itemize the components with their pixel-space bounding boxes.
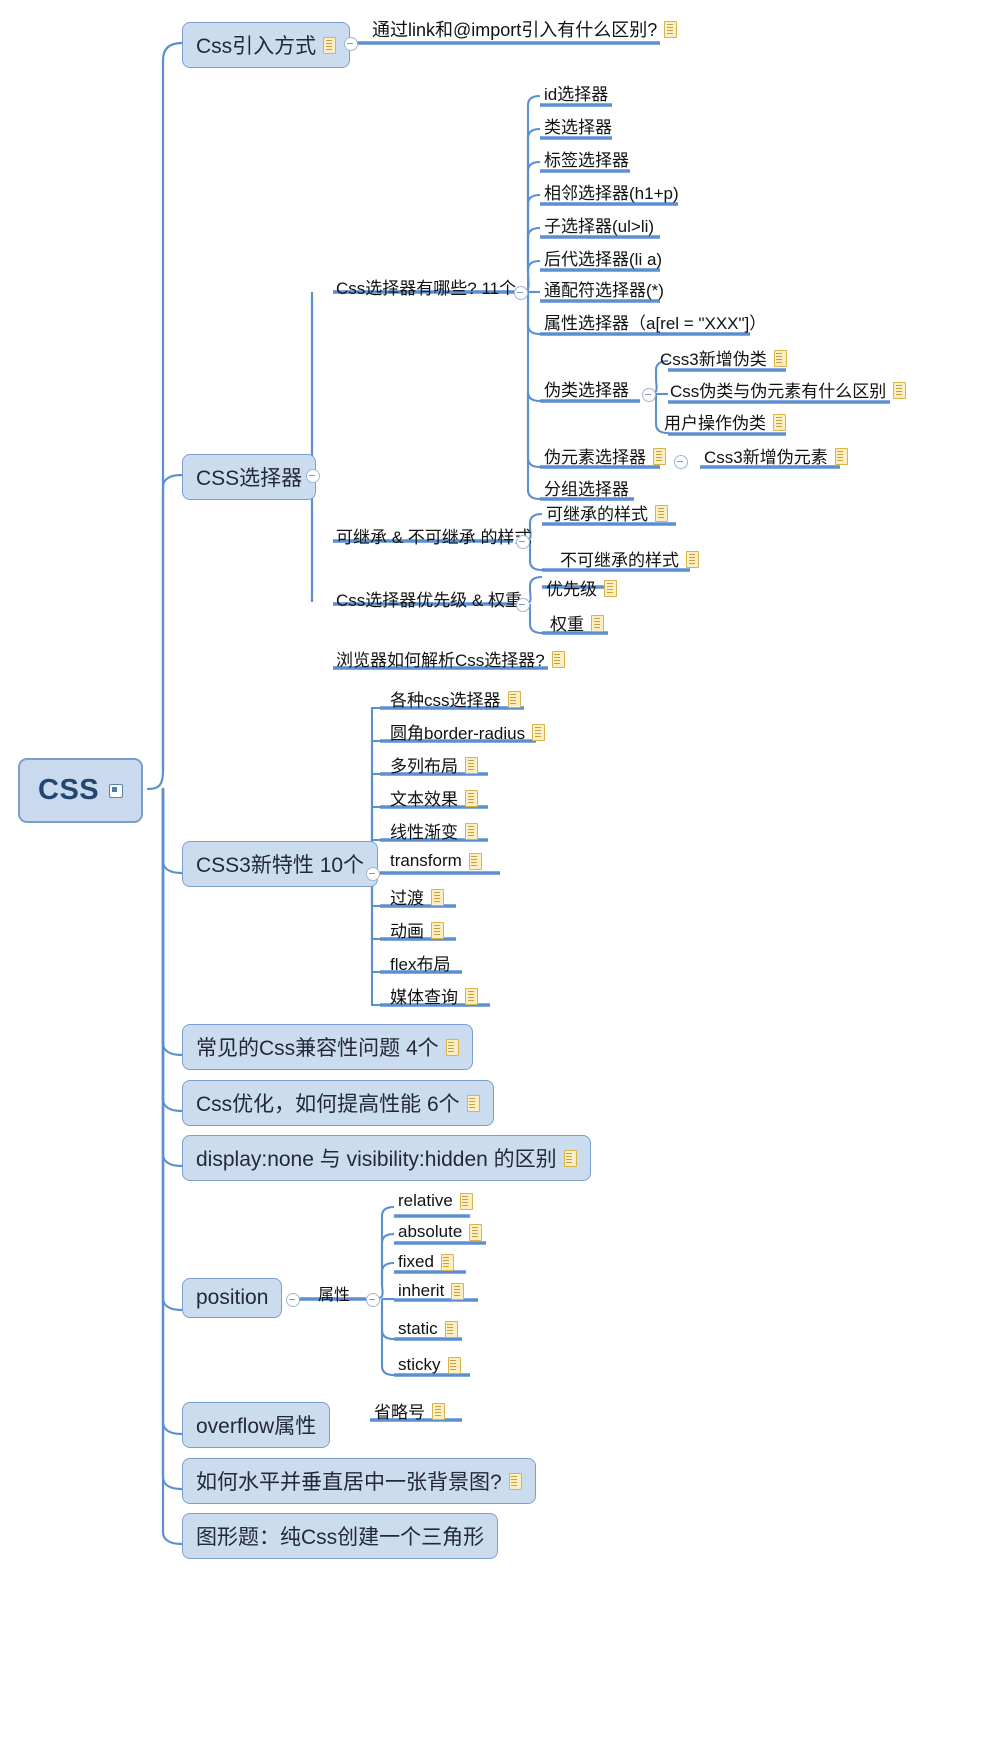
node-position-properties[interactable]: 属性 bbox=[314, 1281, 354, 1308]
note-icon bbox=[465, 822, 478, 840]
note-icon bbox=[655, 504, 668, 522]
node-selector-list[interactable]: Css选择器有哪些? 11个 bbox=[332, 274, 520, 302]
note-icon bbox=[551, 650, 565, 668]
leaf-css3-new-pseudo-class[interactable]: Css3新增伪类 bbox=[656, 345, 791, 373]
mindmap-canvas: CSS Css引入方式 通过link和@import引入有什么区别? CSS选择… bbox=[0, 0, 1006, 1750]
toggle-css-selectors[interactable] bbox=[306, 469, 320, 483]
toggle-css3-features[interactable] bbox=[366, 867, 380, 881]
note-icon bbox=[468, 853, 482, 870]
leaf-flex-layout[interactable]: flex布局 bbox=[386, 950, 454, 978]
note-icon bbox=[507, 690, 521, 708]
node-inheritable-styles[interactable]: 可继承 & 不可继承 的样式 bbox=[332, 523, 536, 551]
leaf-user-action-pseudo-class[interactable]: 用户操作伪类 bbox=[660, 409, 790, 437]
note-icon bbox=[431, 921, 444, 939]
note-icon bbox=[465, 756, 478, 774]
note-icon bbox=[323, 37, 337, 54]
leaf-browser-parse-selector[interactable]: 浏览器如何解析Css选择器? bbox=[332, 646, 569, 674]
branch-overflow[interactable]: overflow属性 bbox=[182, 1402, 331, 1448]
leaf-non-inheritable[interactable]: 不可继承的样式 bbox=[556, 546, 703, 574]
note-icon bbox=[773, 349, 787, 367]
node-pseudo-element-selector[interactable]: 伪元素选择器 bbox=[540, 443, 670, 471]
node-pseudo-class-selector[interactable]: 伪类选择器 bbox=[540, 376, 633, 404]
leaf-border-radius[interactable]: 圆角border-radius bbox=[386, 719, 549, 747]
note-icon bbox=[440, 1254, 454, 1271]
leaf-descendant-selector[interactable]: 后代选择器(li a) bbox=[540, 245, 666, 273]
leaf-attribute-selector[interactable]: 属性选择器（a[rel = "XXX"]） bbox=[540, 309, 770, 337]
note-icon bbox=[686, 550, 699, 568]
branch-label: Css引入方式 bbox=[196, 35, 317, 58]
branch-display-none-vs-visibility[interactable]: display:none 与 visibility:hidden 的区别 bbox=[182, 1135, 591, 1181]
toggle-pseudo-element[interactable] bbox=[674, 455, 688, 469]
leaf-pseudo-class-vs-element[interactable]: Css伪类与伪元素有什么区别 bbox=[666, 377, 910, 405]
note-icon bbox=[834, 447, 848, 465]
leaf-media-query[interactable]: 媒体查询 bbox=[386, 983, 482, 1011]
note-icon bbox=[591, 614, 604, 632]
leaf-position-fixed[interactable]: fixed bbox=[394, 1252, 458, 1275]
note-icon bbox=[773, 413, 786, 431]
leaf-link-vs-import[interactable]: 通过link和@import引入有什么区别? bbox=[368, 16, 681, 45]
leaf-tag-selector[interactable]: 标签选择器 bbox=[540, 146, 633, 174]
leaf-priority[interactable]: 优先级 bbox=[542, 575, 621, 603]
note-icon bbox=[469, 1224, 483, 1241]
toggle-priority-weight[interactable] bbox=[516, 598, 530, 612]
root-node[interactable]: CSS bbox=[18, 758, 144, 823]
leaf-position-absolute[interactable]: absolute bbox=[394, 1222, 486, 1245]
leaf-child-selector[interactable]: 子选择器(ul>li) bbox=[540, 212, 658, 240]
note-icon bbox=[563, 1150, 577, 1167]
leaf-position-sticky[interactable]: sticky bbox=[394, 1355, 465, 1378]
leaf-weight[interactable]: 权重 bbox=[546, 610, 608, 638]
toggle-position[interactable] bbox=[286, 1293, 300, 1307]
leaf-multi-column[interactable]: 多列布局 bbox=[386, 752, 482, 780]
leaf-class-selector[interactable]: 类选择器 bbox=[540, 113, 616, 141]
note-icon bbox=[508, 1473, 522, 1490]
branch-css-import[interactable]: Css引入方式 bbox=[182, 22, 351, 68]
leaf-position-inherit[interactable]: inherit bbox=[394, 1281, 468, 1304]
toggle-selector-list[interactable] bbox=[514, 286, 528, 300]
branch-center-background-image[interactable]: 如何水平并垂直居中一张背景图? bbox=[182, 1458, 536, 1504]
toggle-position-properties[interactable] bbox=[366, 1293, 380, 1307]
leaf-inheritable[interactable]: 可继承的样式 bbox=[542, 500, 672, 528]
node-selector-priority-weight[interactable]: Css选择器优先级 & 权重 bbox=[332, 586, 526, 614]
branch-css3-features[interactable]: CSS3新特性 10个 bbox=[182, 841, 379, 887]
leaf-position-static[interactable]: static bbox=[394, 1319, 462, 1342]
leaf-group-selector[interactable]: 分组选择器 bbox=[540, 475, 633, 503]
leaf-adjacent-selector[interactable]: 相邻选择器(h1+p) bbox=[540, 179, 683, 207]
leaf-linear-gradient[interactable]: 线性渐变 bbox=[386, 818, 482, 846]
note-icon bbox=[445, 1039, 459, 1056]
branch-css-compat-issues[interactable]: 常见的Css兼容性问题 4个 bbox=[182, 1024, 473, 1070]
note-icon bbox=[653, 447, 666, 465]
branch-css-optimization[interactable]: Css优化，如何提高性能 6个 bbox=[182, 1080, 494, 1126]
leaf-universal-selector[interactable]: 通配符选择器(*) bbox=[540, 276, 668, 304]
note-icon bbox=[465, 987, 478, 1005]
leaf-text-effects[interactable]: 文本效果 bbox=[386, 785, 482, 813]
leaf-transition[interactable]: 过渡 bbox=[386, 884, 448, 912]
leaf-position-relative[interactable]: relative bbox=[394, 1191, 477, 1214]
toggle-css-import[interactable] bbox=[344, 37, 358, 51]
note-icon bbox=[532, 723, 546, 741]
note-icon bbox=[444, 1321, 458, 1338]
leaf-ellipsis[interactable]: 省略号 bbox=[370, 1398, 449, 1426]
note-icon bbox=[447, 1357, 461, 1374]
branch-position[interactable]: position bbox=[182, 1278, 283, 1318]
root-label: CSS bbox=[38, 774, 100, 806]
branch-css-selectors[interactable]: CSS选择器 bbox=[182, 454, 317, 500]
note-icon bbox=[431, 888, 444, 906]
leaf-transform[interactable]: transform bbox=[386, 851, 486, 874]
note-icon bbox=[664, 21, 678, 38]
toggle-inheritable-styles[interactable] bbox=[516, 535, 530, 549]
note-icon bbox=[604, 579, 617, 597]
note-icon bbox=[893, 381, 907, 399]
leaf-animation[interactable]: 动画 bbox=[386, 917, 448, 945]
note-icon bbox=[451, 1283, 465, 1300]
note-icon bbox=[465, 789, 478, 807]
collapse-box-icon[interactable] bbox=[109, 783, 124, 798]
leaf-id-selector[interactable]: id选择器 bbox=[540, 80, 612, 108]
branch-triangle-with-css[interactable]: 图形题：纯Css创建一个三角形 bbox=[182, 1513, 499, 1559]
note-icon bbox=[459, 1193, 473, 1210]
leaf-various-selectors[interactable]: 各种css选择器 bbox=[386, 686, 525, 714]
leaf-css3-new-pseudo-element[interactable]: Css3新增伪元素 bbox=[700, 443, 852, 471]
note-icon bbox=[466, 1095, 480, 1112]
note-icon bbox=[432, 1402, 445, 1420]
toggle-pseudo-class[interactable] bbox=[642, 388, 656, 402]
